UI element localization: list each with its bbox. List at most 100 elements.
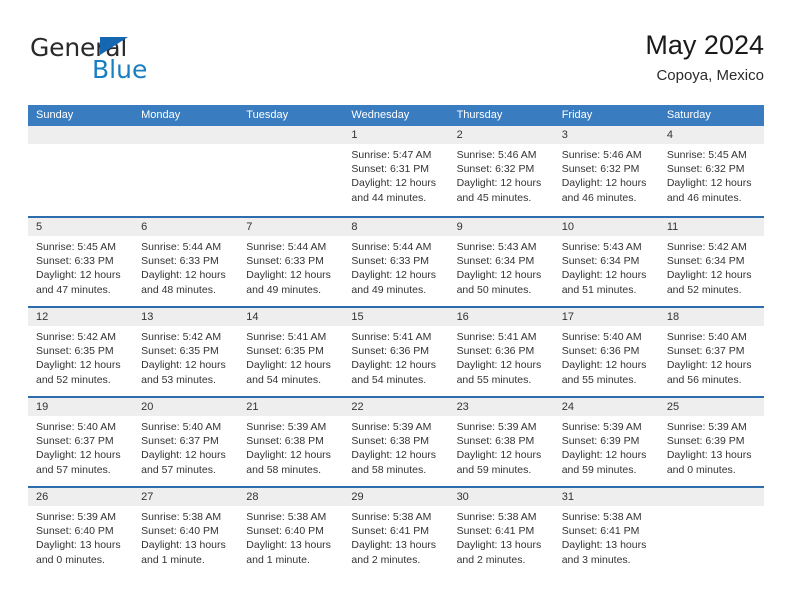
sunrise-text: Sunrise: 5:46 AM	[561, 149, 642, 161]
day-number-band: 19	[28, 398, 134, 416]
day-cell-4[interactable]: 4 Sunrise: 5:45 AM Sunset: 6:32 PM Daylight…	[658, 126, 764, 216]
day-cell-19[interactable]: 19 Sunrise: 5:40 AM Sunset: 6:37 PM Dayligh…	[28, 398, 134, 486]
daylight-text-cont: and 54 minutes.	[351, 373, 427, 386]
day-cell-13[interactable]: 13 Sunrise: 5:42 AM Sunset: 6:35 PM Dayligh…	[133, 308, 239, 396]
day-cell-28[interactable]: 28 Sunrise: 5:38 AM Sunset: 6:40 PM Dayligh…	[238, 488, 344, 576]
day-cell-24[interactable]: 24 Sunrise: 5:39 AM Sunset: 6:39 PM Dayligh…	[553, 398, 659, 486]
day-cell-6[interactable]: 6 Sunrise: 5:44 AM Sunset: 6:33 PM Daylight…	[133, 218, 239, 306]
sunset-text: Sunset: 6:33 PM	[246, 255, 324, 268]
day-cell-empty	[133, 126, 239, 216]
day-details: Sunrise: 5:45 AM Sunset: 6:33 PM Daylight:…	[28, 236, 133, 297]
daylight-text-cont: and 0 minutes.	[36, 553, 105, 566]
day-cell-9[interactable]: 9 Sunrise: 5:43 AM Sunset: 6:34 PM Daylight…	[448, 218, 554, 306]
day-details: Sunrise: 5:40 AM Sunset: 6:37 PM Daylight:…	[28, 416, 133, 477]
day-number: 25	[666, 401, 680, 413]
day-cell-5[interactable]: 5 Sunrise: 5:45 AM Sunset: 6:33 PM Daylight…	[28, 218, 134, 306]
day-cell-17[interactable]: 17 Sunrise: 5:40 AM Sunset: 6:36 PM Dayligh…	[553, 308, 659, 396]
day-cell-21[interactable]: 21 Sunrise: 5:39 AM Sunset: 6:38 PM Dayligh…	[238, 398, 344, 486]
daylight-text: Daylight: 12 hours	[351, 449, 437, 462]
day-cell-14[interactable]: 14 Sunrise: 5:41 AM Sunset: 6:35 PM Dayligh…	[238, 308, 344, 396]
day-number-band: 29	[343, 488, 449, 506]
sunset-text: Sunset: 6:37 PM	[666, 345, 745, 358]
day-number: 4	[666, 129, 673, 141]
daylight-text: Daylight: 12 hours	[456, 449, 542, 462]
daylight-text-cont: and 2 minutes.	[351, 553, 421, 566]
day-number-band: 15	[343, 308, 449, 326]
day-number: 14	[246, 311, 259, 323]
daylight-text-cont: and 54 minutes.	[246, 373, 321, 386]
daylight-text-cont: and 59 minutes.	[456, 463, 532, 476]
daylight-text: Daylight: 12 hours	[561, 269, 647, 282]
day-cell-27[interactable]: 27 Sunrise: 5:38 AM Sunset: 6:40 PM Dayligh…	[133, 488, 239, 576]
calendar-week-row: 5 Sunrise: 5:45 AM Sunset: 6:33 PM Daylight…	[28, 216, 764, 306]
day-cell-15[interactable]: 15 Sunrise: 5:41 AM Sunset: 6:36 PM Dayligh…	[343, 308, 449, 396]
day-number-band: 4	[658, 126, 764, 144]
day-cell-23[interactable]: 23 Sunrise: 5:39 AM Sunset: 6:38 PM Dayligh…	[448, 398, 554, 486]
day-cell-26[interactable]: 26 Sunrise: 5:39 AM Sunset: 6:40 PM Dayligh…	[28, 488, 134, 576]
calendar-week-row: 19 Sunrise: 5:40 AM Sunset: 6:37 PM Dayligh…	[28, 396, 764, 486]
day-cell-20[interactable]: 20 Sunrise: 5:40 AM Sunset: 6:37 PM Dayligh…	[133, 398, 239, 486]
day-cell-3[interactable]: 3 Sunrise: 5:46 AM Sunset: 6:32 PM Daylight…	[553, 126, 659, 216]
sunrise-text: Sunrise: 5:39 AM	[351, 421, 432, 433]
day-cell-11[interactable]: 11 Sunrise: 5:42 AM Sunset: 6:34 PM Dayligh…	[658, 218, 764, 306]
day-cell-8[interactable]: 8 Sunrise: 5:44 AM Sunset: 6:33 PM Daylight…	[343, 218, 449, 306]
calendar-week-row: 12 Sunrise: 5:42 AM Sunset: 6:35 PM Dayligh…	[28, 306, 764, 396]
day-number-band: 27	[133, 488, 239, 506]
day-number: 19	[36, 401, 49, 413]
day-cell-7[interactable]: 7 Sunrise: 5:44 AM Sunset: 6:33 PM Daylight…	[238, 218, 344, 306]
day-number: 23	[456, 401, 469, 413]
sunset-text: Sunset: 6:37 PM	[141, 435, 219, 448]
day-number-band: 11	[658, 218, 764, 236]
sunset-text: Sunset: 6:32 PM	[666, 163, 745, 176]
day-details	[238, 144, 343, 148]
sunrise-text: Sunrise: 5:45 AM	[666, 149, 747, 161]
weekday-header-wednesday: Wednesday	[351, 109, 410, 121]
sunrise-text: Sunrise: 5:40 AM	[561, 331, 642, 343]
day-number-band: 12	[28, 308, 134, 326]
day-number-band	[28, 126, 134, 144]
day-cell-30[interactable]: 30 Sunrise: 5:38 AM Sunset: 6:41 PM Dayligh…	[448, 488, 554, 576]
day-cell-25[interactable]: 25 Sunrise: 5:39 AM Sunset: 6:39 PM Dayligh…	[658, 398, 764, 486]
day-number-band	[238, 126, 344, 144]
sunrise-text: Sunrise: 5:40 AM	[36, 421, 116, 433]
day-details: Sunrise: 5:46 AM Sunset: 6:32 PM Daylight:…	[554, 144, 659, 205]
sunset-text: Sunset: 6:33 PM	[36, 255, 114, 268]
day-cell-2[interactable]: 2 Sunrise: 5:46 AM Sunset: 6:32 PM Daylight…	[448, 126, 554, 216]
day-number-band: 7	[238, 218, 344, 236]
day-cell-1[interactable]: 1 Sunrise: 5:47 AM Sunset: 6:31 PM Daylight…	[343, 126, 449, 216]
day-cell-29[interactable]: 29 Sunrise: 5:38 AM Sunset: 6:41 PM Dayligh…	[343, 488, 449, 576]
day-number-band: 17	[553, 308, 659, 326]
day-number-band: 2	[448, 126, 554, 144]
weekday-header-thursday: Thursday	[456, 109, 503, 121]
day-details: Sunrise: 5:39 AM Sunset: 6:39 PM Daylight:…	[659, 416, 764, 477]
day-cell-12[interactable]: 12 Sunrise: 5:42 AM Sunset: 6:35 PM Dayligh…	[28, 308, 134, 396]
day-number-band: 24	[553, 398, 659, 416]
sunrise-text: Sunrise: 5:41 AM	[246, 331, 327, 343]
daylight-text-cont: and 50 minutes.	[456, 283, 532, 296]
day-cell-10[interactable]: 10 Sunrise: 5:43 AM Sunset: 6:34 PM Dayligh…	[553, 218, 659, 306]
daylight-text-cont: and 49 minutes.	[351, 283, 427, 296]
day-details: Sunrise: 5:38 AM Sunset: 6:41 PM Daylight:…	[554, 506, 659, 567]
daylight-text-cont: and 58 minutes.	[351, 463, 427, 476]
day-number-band: 18	[658, 308, 764, 326]
day-number: 10	[561, 221, 574, 233]
day-cell-empty	[658, 488, 764, 576]
sunrise-text: Sunrise: 5:42 AM	[666, 241, 747, 253]
day-details: Sunrise: 5:41 AM Sunset: 6:36 PM Daylight:…	[343, 326, 448, 387]
day-cell-16[interactable]: 16 Sunrise: 5:41 AM Sunset: 6:36 PM Dayligh…	[448, 308, 554, 396]
day-cell-22[interactable]: 22 Sunrise: 5:39 AM Sunset: 6:38 PM Dayligh…	[343, 398, 449, 486]
sunset-text: Sunset: 6:32 PM	[456, 163, 535, 176]
sunrise-text: Sunrise: 5:39 AM	[666, 421, 747, 433]
brand-logo[interactable]: General Blue	[30, 34, 250, 90]
day-details: Sunrise: 5:39 AM Sunset: 6:38 PM Daylight:…	[238, 416, 343, 477]
daylight-text: Daylight: 12 hours	[666, 359, 752, 372]
day-cell-empty	[238, 126, 344, 216]
weekday-header-tuesday: Tuesday	[246, 109, 289, 121]
day-cell-31[interactable]: 31 Sunrise: 5:38 AM Sunset: 6:41 PM Dayligh…	[553, 488, 659, 576]
daylight-text-cont: and 52 minutes.	[666, 283, 742, 296]
daylight-text: Daylight: 12 hours	[246, 359, 331, 372]
sunset-text: Sunset: 6:40 PM	[246, 525, 324, 538]
sunset-text: Sunset: 6:33 PM	[141, 255, 219, 268]
daylight-text-cont: and 46 minutes.	[561, 191, 637, 204]
day-cell-18[interactable]: 18 Sunrise: 5:40 AM Sunset: 6:37 PM Dayligh…	[658, 308, 764, 396]
